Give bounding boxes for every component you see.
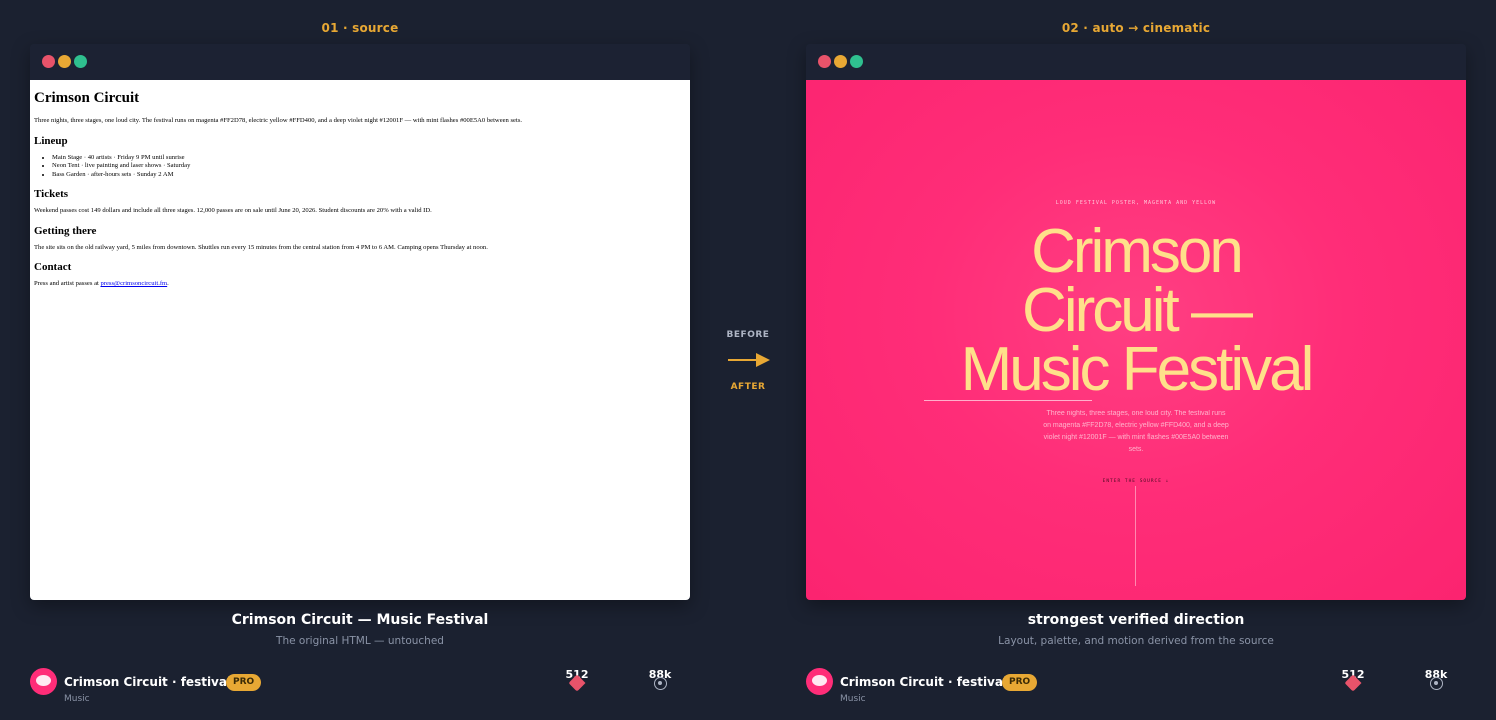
- views-stat: 88k: [645, 668, 675, 691]
- contact-text: Press and artist passes at press@crimson…: [34, 280, 686, 289]
- likes-stat[interactable]: 512: [1338, 668, 1368, 692]
- hero-title-line: Music Festival: [960, 335, 1315, 404]
- hero-subtitle: Three nights, three stages, one loud cit…: [1043, 410, 1229, 453]
- close-dot-icon[interactable]: [42, 55, 55, 68]
- cinematic-footer: Crimson Circuit · festival PRO Music 512…: [806, 666, 1466, 710]
- lineup-heading: Lineup: [34, 134, 68, 147]
- pro-badge: PRO: [1002, 674, 1038, 691]
- project-category: Music: [64, 694, 90, 704]
- tickets-text: Weekend passes cost 149 dollars and incl…: [34, 207, 432, 215]
- doc-intro: Three nights, three stages, one loud cit…: [34, 117, 523, 124]
- hero-divider: [924, 400, 1092, 401]
- list-item: Main Stage · 40 artists · Friday 9 PM un…: [52, 154, 686, 163]
- cinematic-hero: LOUD FESTIVAL POSTER, MAGENTA AND YELLOW…: [806, 80, 1466, 600]
- hero-kicker: LOUD FESTIVAL POSTER, MAGENTA AND YELLOW: [1055, 200, 1217, 206]
- contact-prefix: Press and artist passes at: [34, 280, 101, 288]
- project-name[interactable]: Crimson Circuit · festival: [64, 675, 231, 689]
- arrow-right-icon: [728, 353, 770, 367]
- maximize-dot-icon[interactable]: [74, 55, 87, 68]
- list-item: Bass Garden · after-hours sets · Sunday …: [52, 171, 686, 180]
- pro-badge: PRO: [226, 674, 262, 691]
- cinematic-caption-title: strongest verified direction: [1027, 612, 1245, 628]
- enter-source-link[interactable]: ENTER THE SOURCE ↓: [806, 479, 1466, 484]
- close-dot-icon[interactable]: [818, 55, 831, 68]
- source-caption-title: Crimson Circuit — Music Festival: [231, 612, 489, 628]
- getting-there-heading: Getting there: [34, 224, 97, 237]
- likes-stat[interactable]: 512: [562, 668, 592, 692]
- before-label: BEFORE: [726, 330, 770, 340]
- scroll-line: [1135, 486, 1136, 586]
- source-viewport: Crimson Circuit Three nights, three stag…: [30, 80, 690, 600]
- doc-title: Crimson Circuit: [34, 90, 140, 106]
- panel-label-cinematic: 02 · auto → cinematic: [1061, 21, 1211, 35]
- hero-title-line: Circuit —: [1022, 276, 1253, 345]
- avatar[interactable]: [806, 668, 833, 695]
- eye-icon: [653, 677, 667, 690]
- contact-heading: Contact: [34, 261, 72, 274]
- source-footer: Crimson Circuit · festival PRO Music 512…: [30, 666, 690, 710]
- getting-there-text: The site sits on the old railway yard, 5…: [34, 243, 488, 251]
- project-name[interactable]: Crimson Circuit · festival: [840, 675, 1007, 689]
- avatar-icon: [812, 675, 827, 686]
- contact-suffix: .: [167, 280, 169, 288]
- heart-icon: [1344, 674, 1362, 692]
- views-stat: 88k: [1421, 668, 1451, 691]
- window-titlebar: [806, 44, 1466, 80]
- minimize-dot-icon[interactable]: [834, 55, 847, 68]
- contact-email-link[interactable]: press@crimsoncircuit.fm: [100, 280, 167, 287]
- lineup-list: Main Stage · 40 artists · Friday 9 PM un…: [34, 154, 686, 180]
- avatar[interactable]: [30, 668, 57, 695]
- hero-title: Crimson Circuit — Music Festival: [806, 217, 1466, 404]
- heart-icon: [568, 674, 586, 692]
- avatar-icon: [36, 675, 51, 686]
- hero-title-line: Crimson: [1031, 217, 1244, 286]
- cinematic-viewport: LOUD FESTIVAL POSTER, MAGENTA AND YELLOW…: [806, 80, 1466, 600]
- cinematic-window: LOUD FESTIVAL POSTER, MAGENTA AND YELLOW…: [806, 44, 1466, 600]
- list-item: Neon Tent · live painting and laser show…: [52, 162, 686, 171]
- source-window: Crimson Circuit Three nights, three stag…: [30, 44, 690, 600]
- project-category: Music: [840, 694, 866, 704]
- tickets-heading: Tickets: [34, 188, 69, 201]
- cinematic-caption-sub: Layout, palette, and motion derived from…: [998, 635, 1274, 647]
- maximize-dot-icon[interactable]: [850, 55, 863, 68]
- minimize-dot-icon[interactable]: [58, 55, 71, 68]
- after-label: AFTER: [730, 382, 766, 392]
- window-titlebar: [30, 44, 690, 80]
- source-document: Crimson Circuit Three nights, three stag…: [30, 80, 690, 600]
- panel-label-source: 01 · source: [321, 21, 399, 35]
- source-caption-sub: The original HTML — untouched: [276, 635, 444, 647]
- eye-icon: [1429, 677, 1443, 690]
